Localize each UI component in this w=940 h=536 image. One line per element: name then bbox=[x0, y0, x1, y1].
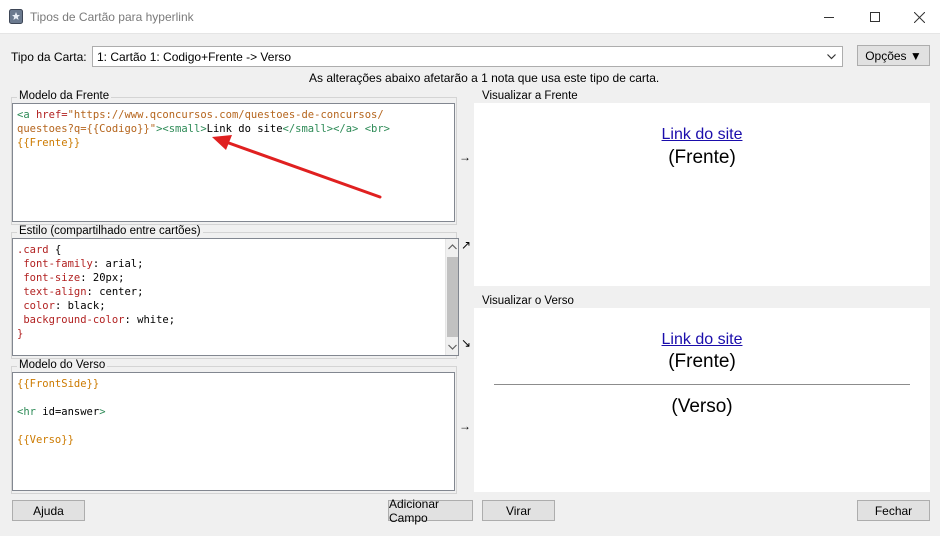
back-preview-label: Visualizar o Verso bbox=[480, 295, 576, 307]
style-line-2: font-family: arial; bbox=[23, 258, 144, 270]
help-button[interactable]: Ajuda bbox=[12, 500, 85, 521]
notice-text: As alterações abaixo afetarão a 1 nota q… bbox=[309, 71, 660, 85]
back-line-5: {{Verso}} bbox=[17, 434, 74, 446]
front-line-2: questoes?q={{Codigo}}"><small>Link do si… bbox=[17, 123, 390, 135]
card-type-value: 1: Cartão 1: Codigo+Frente -> Verso bbox=[97, 50, 292, 64]
anki-app-icon bbox=[9, 9, 23, 24]
back-preview-pane: Link do site (Frente) (Verso) bbox=[474, 308, 930, 492]
back-arrow-icon: → bbox=[459, 419, 471, 433]
scroll-thumb[interactable] bbox=[447, 257, 458, 337]
style-line-3: font-size: 20px; bbox=[23, 272, 125, 284]
back-template-editor[interactable]: {{FrontSide}} <hr id=answer> {{Verso}} bbox=[12, 372, 455, 491]
style-down-arrow-icon: ↘ bbox=[461, 336, 472, 350]
options-button[interactable]: Opções ▼ bbox=[857, 45, 930, 66]
minimize-icon bbox=[824, 17, 834, 18]
style-scrollbar[interactable] bbox=[445, 239, 458, 355]
maximize-button[interactable] bbox=[852, 0, 898, 34]
card-type-label: Tipo da Carta: bbox=[11, 50, 87, 64]
back-line-4 bbox=[17, 419, 450, 433]
front-template-editor[interactable]: <a href="https://www.qconcursos.com/ques… bbox=[12, 103, 455, 222]
style-line-7: } bbox=[17, 328, 24, 340]
style-editor[interactable]: .card { font-family: arial; font-size: 2… bbox=[12, 238, 459, 356]
style-label: Estilo (compartilhado entre cartões) bbox=[17, 225, 203, 237]
card-type-select[interactable]: 1: Cartão 1: Codigo+Frente -> Verso bbox=[92, 46, 843, 67]
title-bar: Tipos de Cartão para hyperlink bbox=[0, 0, 940, 34]
style-line-6: background-color: white; bbox=[23, 314, 176, 326]
answer-divider bbox=[494, 384, 910, 385]
front-preview-text: (Frente) bbox=[668, 147, 736, 168]
flip-button[interactable]: Virar bbox=[482, 500, 555, 521]
close-icon bbox=[913, 11, 925, 23]
back-template-label: Modelo do Verso bbox=[17, 359, 108, 371]
close-button[interactable]: Fechar bbox=[857, 500, 930, 521]
minimize-button[interactable] bbox=[806, 0, 852, 34]
style-up-arrow-icon: ↗ bbox=[461, 238, 472, 252]
style-line-5: color: black; bbox=[23, 300, 106, 312]
front-line-3: {{Frente}} bbox=[17, 137, 81, 149]
add-field-button[interactable]: Adicionar Campo bbox=[388, 497, 473, 525]
front-preview-label: Visualizar a Frente bbox=[480, 90, 580, 102]
close-window-button[interactable] bbox=[896, 0, 940, 34]
back-line-2 bbox=[17, 391, 450, 405]
scroll-up-icon[interactable] bbox=[448, 244, 457, 250]
front-preview-link[interactable]: Link do site bbox=[474, 126, 930, 144]
style-line-4: text-align: center; bbox=[23, 286, 144, 298]
back-preview-link[interactable]: Link do site bbox=[474, 331, 930, 349]
back-preview-front-text: (Frente) bbox=[668, 351, 736, 372]
back-line-3: <hr id=answer> bbox=[17, 406, 106, 418]
style-line-1: .card { bbox=[17, 244, 62, 256]
scroll-down-icon[interactable] bbox=[448, 344, 457, 350]
maximize-icon bbox=[870, 12, 880, 22]
front-preview-pane: Link do site (Frente) bbox=[474, 103, 930, 286]
back-preview-back-text: (Verso) bbox=[671, 396, 733, 417]
front-arrow-icon: → bbox=[459, 150, 471, 164]
window-title: Tipos de Cartão para hyperlink bbox=[30, 10, 194, 24]
front-line-1: <a href="https://www.qconcursos.com/ques… bbox=[17, 109, 384, 121]
chevron-down-icon bbox=[827, 54, 836, 60]
front-template-label: Modelo da Frente bbox=[17, 90, 112, 102]
back-line-1: {{FrontSide}} bbox=[17, 378, 100, 390]
